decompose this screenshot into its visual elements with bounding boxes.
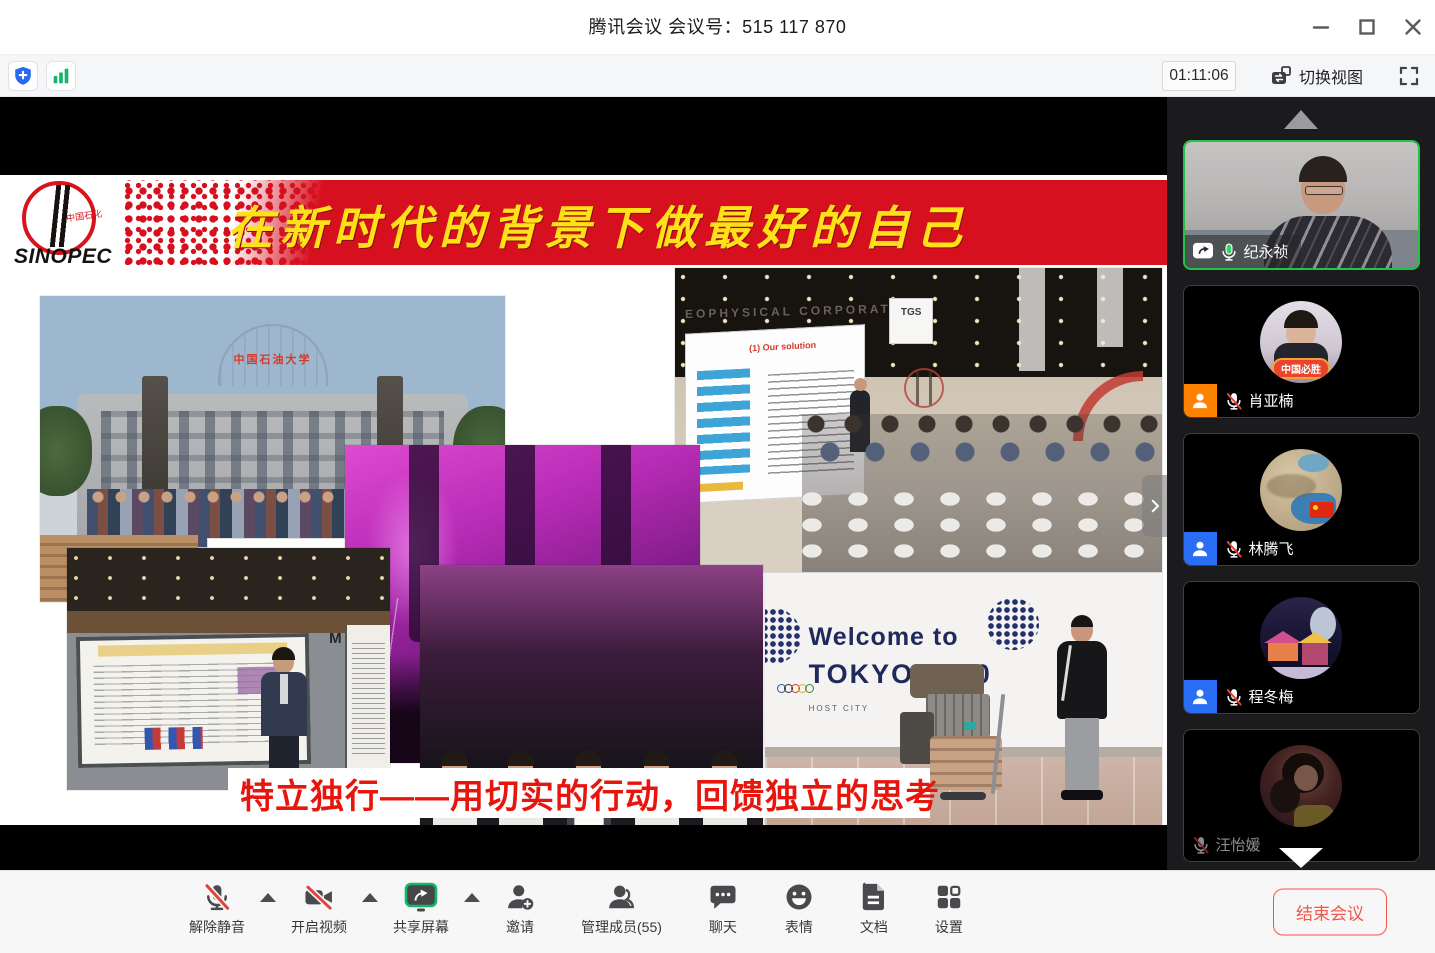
tokyo-welcome-line1: Welcome to — [809, 623, 959, 652]
meeting-controls-bar: 解除静音 开启视频 — [0, 870, 1435, 953]
participant-name: 肖亚楠 — [1249, 390, 1294, 411]
fullscreen-button[interactable] — [1397, 64, 1421, 88]
mic-muted-icon — [202, 882, 232, 912]
mic-on-icon — [1219, 242, 1239, 262]
video-options-arrow[interactable] — [362, 893, 378, 902]
mic-muted-icon — [1224, 539, 1244, 559]
scroll-up-arrow[interactable] — [1284, 110, 1318, 129]
sinopec-logo: 中国石化 SINOPEC — [8, 177, 118, 277]
screen-sharing-icon — [1192, 242, 1214, 262]
avatar — [1260, 597, 1342, 679]
tgs-sign: TGS — [889, 298, 933, 344]
mic-options-arrow[interactable] — [260, 893, 276, 902]
sinopec-logo-en: SINOPEC — [14, 245, 112, 269]
person-icon — [1190, 391, 1210, 411]
mic-muted-icon — [1224, 391, 1244, 411]
unmute-button[interactable]: 解除静音 — [189, 880, 245, 937]
maximize-icon — [1354, 14, 1380, 40]
settings-grid-icon — [934, 882, 964, 912]
docs-button[interactable]: 文档 — [860, 880, 888, 937]
chevron-right-icon — [1146, 497, 1164, 515]
participant-tile-lintengfei[interactable]: 林腾飞 — [1183, 433, 1420, 566]
chat-bubble-icon — [708, 882, 738, 912]
close-button[interactable] — [1399, 13, 1427, 41]
members-icon — [606, 882, 636, 912]
hand-raised-badge — [1184, 384, 1217, 417]
camera-muted-icon — [303, 882, 335, 912]
window-titlebar: 腾讯会议 会议号：515 117 870 — [0, 0, 1435, 55]
share-options-arrow[interactable] — [464, 893, 480, 902]
avatar-ribbon: 中国必胜 — [1274, 360, 1328, 377]
participant-badge — [1184, 532, 1217, 565]
shield-plus-icon — [12, 65, 34, 87]
avatar — [1260, 449, 1342, 531]
olympic-rings — [777, 684, 812, 693]
fullscreen-icon — [1397, 64, 1421, 88]
minimize-icon — [1308, 14, 1334, 40]
switch-view-icon — [1270, 65, 1292, 87]
switch-view-button[interactable]: 切换视图 — [1270, 64, 1363, 88]
person-icon — [1190, 539, 1210, 559]
tile-dim-overlay — [1184, 730, 1419, 861]
china-flag — [1310, 502, 1334, 518]
window-title: 腾讯会议 会议号：515 117 870 — [0, 0, 1435, 55]
switch-view-label: 切换视图 — [1299, 64, 1363, 88]
tokyo-logo-right — [987, 598, 1039, 650]
network-status-button[interactable] — [46, 61, 76, 91]
share-screen-button[interactable]: 共享屏幕 — [393, 880, 449, 937]
participant-name: 纪永祯 — [1244, 241, 1289, 262]
meeting-timer: 01:11:06 — [1162, 61, 1236, 91]
tokyo-logo-left — [765, 608, 801, 664]
avatar: 中国必胜 — [1260, 301, 1342, 383]
participant-tile-wangyiyuan[interactable]: 汪怡媛 — [1183, 729, 1420, 862]
mic-muted-icon — [1224, 687, 1244, 707]
participant-name: 程冬梅 — [1249, 686, 1294, 707]
participant-badge — [1184, 680, 1217, 713]
document-icon — [860, 882, 888, 912]
participants-panel: 纪永祯 中国必胜 — [1167, 97, 1435, 870]
tokyo-traveler — [1051, 618, 1111, 825]
start-video-button[interactable]: 开启视频 — [291, 880, 347, 937]
next-page-button[interactable] — [1142, 475, 1167, 537]
scroll-down-arrow[interactable] — [1279, 848, 1323, 868]
share-screen-icon — [403, 881, 439, 913]
close-icon — [1400, 14, 1426, 40]
minimize-button[interactable] — [1307, 13, 1335, 41]
invite-person-icon — [505, 882, 535, 912]
participant-tile-chengdongmei[interactable]: 程冬梅 — [1183, 581, 1420, 714]
shared-screen-stage: 中国石化 SINOPEC 在新时代的背景下做最好的自己 中国石油大学 EAGE — [0, 97, 1167, 870]
participant-name: 林腾飞 — [1249, 538, 1294, 559]
emoji-button[interactable]: 表情 — [784, 880, 814, 937]
campus-sign: 中国石油大学 — [40, 351, 505, 367]
smiley-icon — [784, 882, 814, 912]
participant-tile-xiaoyanan[interactable]: 中国必胜 肖亚楠 — [1183, 285, 1420, 418]
shared-slide: 中国石化 SINOPEC 在新时代的背景下做最好的自己 中国石油大学 EAGE — [0, 175, 1167, 825]
manage-members-button[interactable]: 管理成员(55) — [581, 880, 662, 937]
slide-title: 在新时代的背景下做最好的自己 — [227, 192, 969, 258]
meeting-security-button[interactable] — [8, 61, 38, 91]
chat-button[interactable]: 聊天 — [708, 880, 738, 937]
slide-caption-band: 特立独行——用切实的行动，回馈独立的思考 — [228, 768, 930, 818]
meeting-topbar: 01:11:06 切换视图 — [0, 55, 1435, 97]
end-meeting-button[interactable]: 结束会议 — [1273, 889, 1387, 936]
settings-button[interactable]: 设置 — [934, 880, 964, 937]
signal-bars-icon — [50, 65, 72, 87]
expo-sinopec-logo — [904, 368, 944, 408]
maximize-button[interactable] — [1353, 13, 1381, 41]
photo-expo-presentation: EOPHYSICAL CORPORATION TGS (1) Our solut… — [675, 268, 1162, 572]
slide-caption: 特立独行——用切实的行动，回馈独立的思考 — [228, 769, 940, 818]
invite-button[interactable]: 邀请 — [505, 880, 535, 937]
slide-title-banner: 在新时代的背景下做最好的自己 — [122, 180, 1167, 265]
participant-tile-jiyongzhen[interactable]: 纪永祯 — [1183, 140, 1420, 270]
photo-poster-session: M — [67, 548, 390, 790]
person-icon — [1190, 687, 1210, 707]
